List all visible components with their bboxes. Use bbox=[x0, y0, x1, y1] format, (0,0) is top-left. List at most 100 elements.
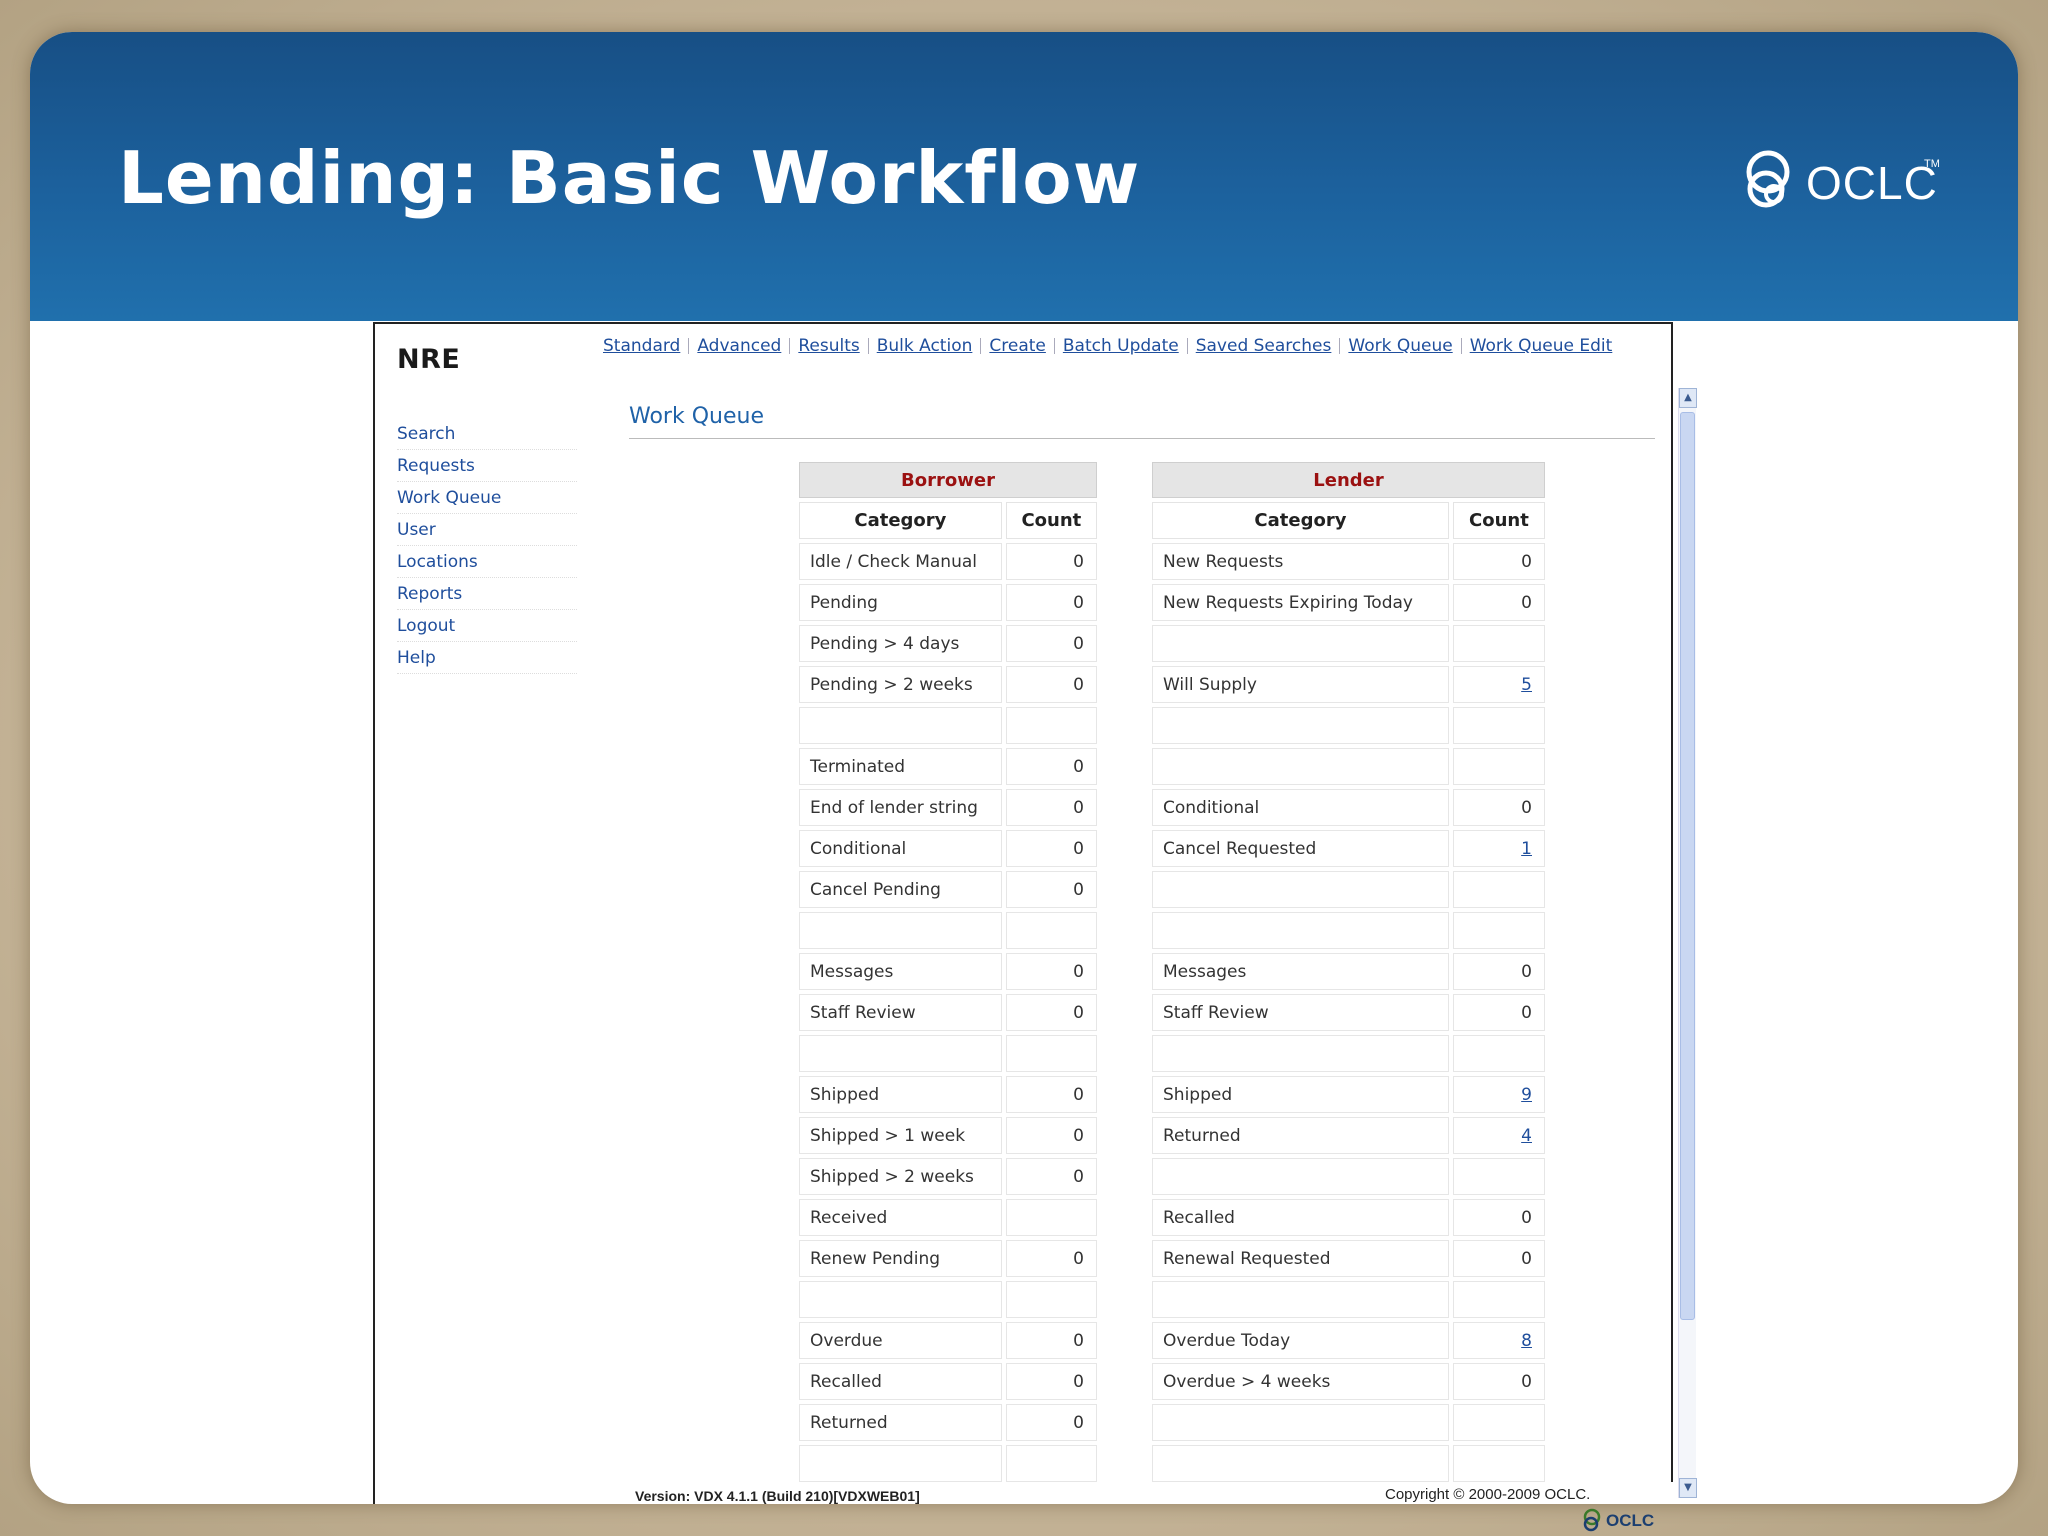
lender-count-cell: 0 bbox=[1452, 543, 1545, 580]
lender-category-header: Category bbox=[1152, 502, 1449, 539]
sidebar-item-help[interactable]: Help bbox=[397, 642, 577, 674]
nav-separator bbox=[1460, 338, 1462, 354]
top-nav-bulk-action[interactable]: Bulk Action bbox=[877, 336, 973, 356]
borrower-category-cell: Renew Pending bbox=[799, 1240, 1002, 1277]
scroll-up-icon[interactable]: ▲ bbox=[1679, 388, 1697, 408]
borrower-category-cell bbox=[799, 1281, 1002, 1318]
borrower-table: Borrower Category Count Idle / Check Man… bbox=[795, 458, 1101, 1486]
borrower-count-cell bbox=[1005, 1445, 1097, 1482]
borrower-category-cell: End of lender string bbox=[799, 789, 1002, 826]
lender-row: Shipped 9 bbox=[1152, 1076, 1545, 1113]
top-nav-results[interactable]: Results bbox=[798, 336, 859, 356]
borrower-count-cell bbox=[1005, 1035, 1097, 1072]
lender-count-cell: 9 bbox=[1452, 1076, 1545, 1113]
lender-count-cell bbox=[1452, 1445, 1545, 1482]
borrower-count-cell: 0 bbox=[1005, 625, 1097, 662]
top-nav-standard[interactable]: Standard bbox=[603, 336, 680, 356]
lender-count-cell bbox=[1452, 1404, 1545, 1441]
lender-category-cell: Overdue > 4 weeks bbox=[1152, 1363, 1449, 1400]
lender-count-cell bbox=[1452, 1035, 1545, 1072]
nav-separator bbox=[789, 338, 791, 354]
sidebar-item-reports[interactable]: Reports bbox=[397, 578, 577, 610]
lender-category-cell: Conditional bbox=[1152, 789, 1449, 826]
lender-row: Recalled 0 bbox=[1152, 1199, 1545, 1236]
borrower-count-cell: 0 bbox=[1005, 953, 1097, 990]
oclc-logo-icon bbox=[1746, 150, 1790, 208]
lender-row bbox=[1152, 912, 1545, 949]
lender-category-cell: Messages bbox=[1152, 953, 1449, 990]
top-nav-work-queue[interactable]: Work Queue bbox=[1348, 336, 1452, 356]
lender-count-cell bbox=[1452, 1158, 1545, 1195]
lender-category-cell bbox=[1152, 871, 1449, 908]
borrower-row: Received bbox=[799, 1199, 1097, 1236]
lender-category-cell bbox=[1152, 1035, 1449, 1072]
borrower-count-cell: 0 bbox=[1005, 1158, 1097, 1195]
lender-count-cell bbox=[1452, 748, 1545, 785]
borrower-category-cell bbox=[799, 1445, 1002, 1482]
borrower-row: Renew Pending 0 bbox=[799, 1240, 1097, 1277]
lender-count-cell: 1 bbox=[1452, 830, 1545, 867]
top-navigation: Standard Advanced Results Bulk Action Create… bbox=[603, 336, 1612, 356]
lender-category-cell: Staff Review bbox=[1152, 994, 1449, 1031]
sidebar-item-locations[interactable]: Locations bbox=[397, 546, 577, 578]
top-nav-saved-searches[interactable]: Saved Searches bbox=[1196, 336, 1332, 356]
lender-row: Messages 0 bbox=[1152, 953, 1545, 990]
lender-category-cell: Renewal Requested bbox=[1152, 1240, 1449, 1277]
lender-category-cell bbox=[1152, 912, 1449, 949]
sidebar-item-user[interactable]: User bbox=[397, 514, 577, 546]
lender-category-cell: Will Supply bbox=[1152, 666, 1449, 703]
borrower-category-cell: Idle / Check Manual bbox=[799, 543, 1002, 580]
lender-row bbox=[1152, 871, 1545, 908]
slide-title: Lending: Basic Workflow bbox=[118, 136, 1141, 220]
borrower-count-cell: 0 bbox=[1005, 994, 1097, 1031]
footer-oclc-icon bbox=[1583, 1508, 1601, 1532]
borrower-row: Conditional 0 bbox=[799, 830, 1097, 867]
lender-count-cell: 5 bbox=[1452, 666, 1545, 703]
borrower-row: Shipped > 2 weeks 0 bbox=[799, 1158, 1097, 1195]
lender-count-cell bbox=[1452, 1281, 1545, 1318]
borrower-category-cell: Messages bbox=[799, 953, 1002, 990]
lender-count-link[interactable]: 8 bbox=[1521, 1331, 1532, 1351]
nav-separator bbox=[688, 338, 690, 354]
borrower-count-cell bbox=[1005, 1281, 1097, 1318]
lender-row: Cancel Requested 1 bbox=[1152, 830, 1545, 867]
borrower-category-cell: Conditional bbox=[799, 830, 1002, 867]
scroll-thumb[interactable] bbox=[1680, 412, 1695, 1320]
borrower-category-cell: Shipped bbox=[799, 1076, 1002, 1113]
sidebar-item-logout[interactable]: Logout bbox=[397, 610, 577, 642]
top-nav-create[interactable]: Create bbox=[989, 336, 1046, 356]
borrower-row: Recalled 0 bbox=[799, 1363, 1097, 1400]
borrower-count-header: Count bbox=[1005, 502, 1097, 539]
scroll-down-icon[interactable]: ▼ bbox=[1679, 1478, 1697, 1498]
version-text: Version: VDX 4.1.1 (Build 210)[VDXWEB01] bbox=[635, 1488, 920, 1504]
borrower-row: Pending 0 bbox=[799, 584, 1097, 621]
sidebar-item-work-queue[interactable]: Work Queue bbox=[397, 482, 577, 514]
lender-count-link[interactable]: 9 bbox=[1521, 1085, 1532, 1105]
lender-count-link[interactable]: 4 bbox=[1521, 1126, 1532, 1146]
sidebar-item-search[interactable]: Search bbox=[397, 418, 577, 450]
lender-category-cell bbox=[1152, 625, 1449, 662]
borrower-category-header: Category bbox=[799, 502, 1002, 539]
app-window: NRE Standard Advanced Results Bulk Action Cr… bbox=[373, 322, 1697, 1504]
vertical-scrollbar[interactable]: ▲ ▼ bbox=[1678, 388, 1697, 1498]
lender-count-cell: 0 bbox=[1452, 584, 1545, 621]
footer-oclc-logo: OCLC bbox=[1582, 1508, 1662, 1534]
borrower-row: Shipped > 1 week 0 bbox=[799, 1117, 1097, 1154]
top-nav-batch-update[interactable]: Batch Update bbox=[1063, 336, 1179, 356]
lender-row bbox=[1152, 707, 1545, 744]
nav-separator bbox=[980, 338, 982, 354]
top-nav-advanced[interactable]: Advanced bbox=[697, 336, 781, 356]
sidebar-item-requests[interactable]: Requests bbox=[397, 450, 577, 482]
oclc-logo: OCLC TM bbox=[1742, 148, 1942, 214]
lender-count-cell bbox=[1452, 707, 1545, 744]
side-navigation: Search Requests Work Queue User Locations Rep… bbox=[397, 418, 577, 674]
copyright-text: Copyright © 2000-2009 OCLC. bbox=[1385, 1486, 1591, 1503]
lender-count-cell: 0 bbox=[1452, 1199, 1545, 1236]
lender-count-link[interactable]: 1 bbox=[1521, 839, 1532, 859]
borrower-category-cell: Pending > 4 days bbox=[799, 625, 1002, 662]
lender-row bbox=[1152, 1158, 1545, 1195]
lender-count-link[interactable]: 5 bbox=[1521, 675, 1532, 695]
top-nav-work-queue-edit[interactable]: Work Queue Edit bbox=[1470, 336, 1613, 356]
borrower-category-cell bbox=[799, 912, 1002, 949]
lender-count-header: Count bbox=[1452, 502, 1545, 539]
